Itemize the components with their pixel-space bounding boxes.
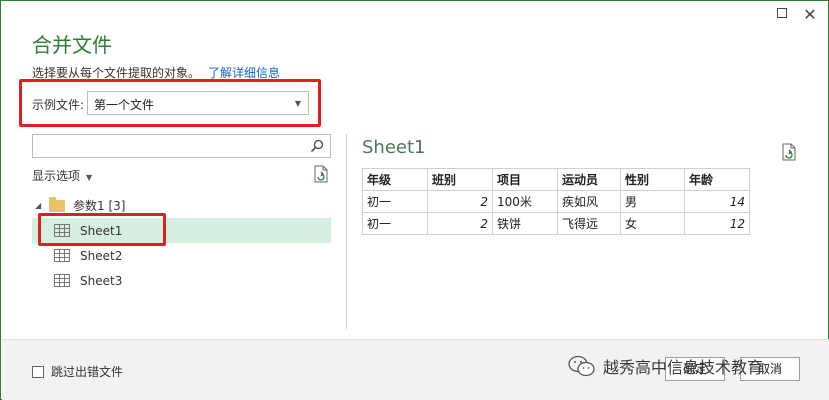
skip-errors-option[interactable]: 跳过出错文件 xyxy=(32,363,123,380)
tree-item-label: Sheet2 xyxy=(80,248,123,263)
skip-errors-label: 跳过出错文件 xyxy=(51,365,124,379)
table-icon xyxy=(54,249,70,262)
learn-more-link[interactable]: 了解详细信息 xyxy=(208,66,280,80)
column-header: 运动员 xyxy=(557,168,621,191)
preview-table: 年级 班别 项目 运动员 性别 年龄 初一 2 100米 疾如风 男 14 初一… xyxy=(362,168,750,235)
wechat-icon xyxy=(568,355,595,377)
watermark-text: 越秀高中信息技术教育 xyxy=(603,358,764,377)
table-cell: 初一 xyxy=(362,190,428,213)
tree-item-sheet3[interactable]: Sheet3 xyxy=(32,268,331,293)
tree-item-sheet2[interactable]: Sheet2 xyxy=(32,243,331,268)
table-cell: 初一 xyxy=(362,212,428,235)
table-cell: 14 xyxy=(684,190,750,213)
panel-divider[interactable] xyxy=(346,134,347,329)
combine-files-dialog: ✕ 合并文件 选择要从每个文件提取的对象。 了解详细信息 示例文件: 第一个文件 … xyxy=(0,0,829,400)
refresh-icon[interactable] xyxy=(313,165,329,183)
close-button[interactable]: ✕ xyxy=(798,5,822,25)
dialog-title: 合并文件 xyxy=(32,33,112,57)
column-header: 年龄 xyxy=(684,168,750,191)
watermark: 越秀高中信息技术教育 xyxy=(567,354,763,378)
table-header-row: 年级 班别 项目 运动员 性别 年龄 xyxy=(362,168,750,191)
refresh-icon[interactable] xyxy=(781,143,797,161)
close-icon: ✕ xyxy=(803,5,817,24)
maximize-icon xyxy=(777,8,787,18)
display-options-menu[interactable]: 显示选项 ▼ xyxy=(32,167,92,184)
collapse-arrow-icon[interactable]: ◢ xyxy=(35,201,49,210)
table-cell: 女 xyxy=(620,212,685,235)
instruction-label: 选择要从每个文件提取的对象。 xyxy=(32,66,201,80)
table-cell: 飞得远 xyxy=(557,212,621,235)
search-input[interactable] xyxy=(32,134,331,158)
table-row: 初一 2 铁饼 飞得远 女 12 xyxy=(362,212,750,235)
column-header: 班别 xyxy=(427,168,493,191)
folder-label: 参数1 [3] xyxy=(73,199,126,213)
column-header: 项目 xyxy=(492,168,558,191)
table-cell: 疾如风 xyxy=(557,190,621,213)
annotation-highlight-sample xyxy=(19,79,321,127)
preview-title: Sheet1 xyxy=(362,137,426,158)
display-options-label: 显示选项 xyxy=(32,169,81,183)
skip-errors-checkbox[interactable] xyxy=(32,365,44,378)
folder-icon xyxy=(49,196,65,212)
table-cell: 男 xyxy=(620,190,685,213)
table-row: 初一 2 100米 疾如风 男 14 xyxy=(362,190,750,213)
table-cell: 铁饼 xyxy=(492,212,558,235)
table-cell: 100米 xyxy=(492,190,558,213)
search-icon[interactable] xyxy=(309,138,325,154)
annotation-highlight-sheet1 xyxy=(38,213,166,246)
column-header: 性别 xyxy=(620,168,685,191)
table-cell: 12 xyxy=(684,212,750,235)
table-cell: 2 xyxy=(427,212,493,235)
maximize-button[interactable] xyxy=(770,5,794,25)
table-cell: 2 xyxy=(427,190,493,213)
table-icon xyxy=(54,274,70,287)
column-header: 年级 xyxy=(362,168,428,191)
tree-item-label: Sheet3 xyxy=(80,273,123,288)
chevron-down-icon: ▼ xyxy=(86,173,93,182)
